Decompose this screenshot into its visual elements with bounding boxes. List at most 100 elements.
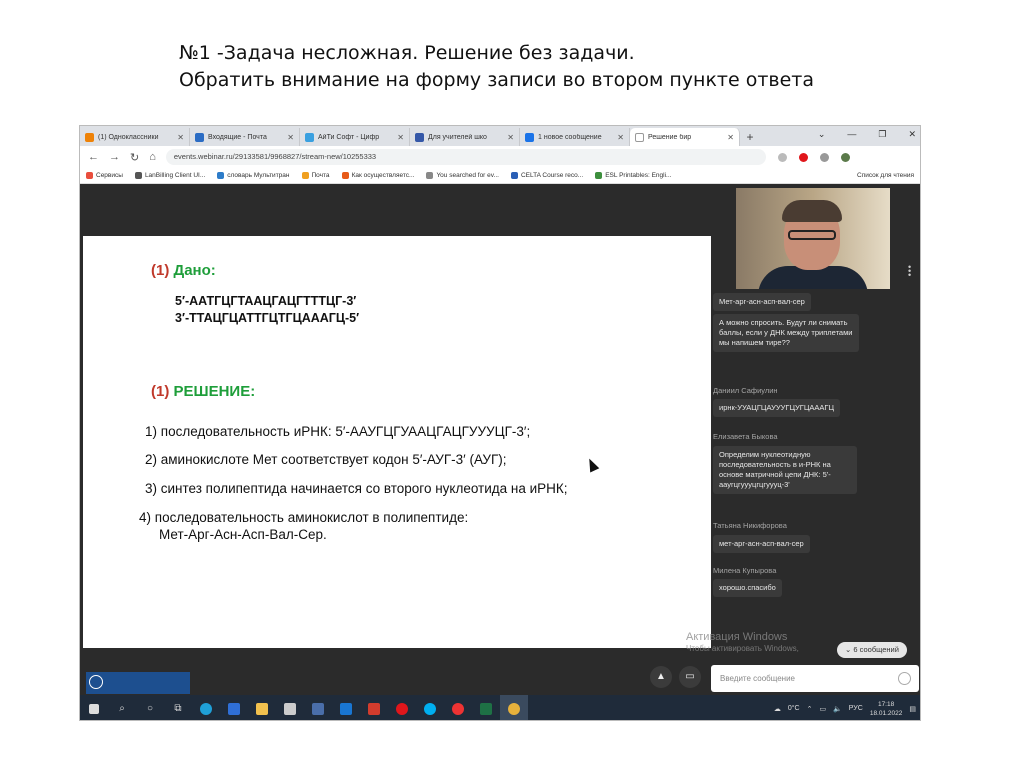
bookmark-item[interactable]: You searched for ev... <box>426 172 499 179</box>
opera-icon[interactable] <box>798 152 808 162</box>
slide-heading-line1: №1 -Задача несложная. Решение без задачи… <box>179 42 635 64</box>
browser-tab[interactable]: АйТи Софт - Цифр ✕ <box>300 128 410 146</box>
chevron-down-icon: ⌄ <box>845 645 852 654</box>
folder-icon[interactable] <box>248 695 276 720</box>
back-arrow-icon[interactable]: ← <box>88 151 99 163</box>
solution-heading: (1) РЕШЕНИЕ: <box>151 383 255 400</box>
close-icon[interactable]: ✕ <box>908 129 916 140</box>
solution-step-1: 1) последовательность иРНК: 5′-ААУГЦГУАА… <box>145 424 531 439</box>
system-tray: ☁ 0°C ⌃ ▭ 🔈 РУС 17:18 18.01.2022 ▤ <box>774 695 916 720</box>
url-input[interactable]: events.webinar.ru/29133581/9968827/strea… <box>165 149 766 165</box>
presentation-slide: (1) Дано: 5′-ААТГЦГТААЦГАЦГТТТЦГ-3′ 3′-Т… <box>83 236 711 648</box>
windows-start-icon[interactable] <box>80 695 108 720</box>
skype-icon[interactable] <box>416 695 444 720</box>
outlook-icon[interactable] <box>332 695 360 720</box>
tab-label: Решение бир <box>648 133 692 141</box>
bookmark-item[interactable]: Почта <box>301 172 330 179</box>
chevron-down-icon[interactable]: ⌄ <box>818 129 826 140</box>
close-icon[interactable]: ✕ <box>617 133 624 142</box>
reload-icon[interactable]: ↻ <box>130 151 139 164</box>
search-icon <box>426 172 434 179</box>
new-messages-label: 6 сообщений <box>853 645 899 654</box>
chevron-up-icon[interactable]: ⌃ <box>807 705 813 713</box>
restore-icon[interactable]: ❐ <box>878 129 886 140</box>
yandex-icon[interactable] <box>444 695 472 720</box>
extensions-icon[interactable] <box>819 152 829 162</box>
tab-label: АйТи Софт - Цифр <box>318 133 380 141</box>
edge-icon[interactable] <box>192 695 220 720</box>
chat-author: Елизавета Быкова <box>713 432 778 441</box>
bookmark-item[interactable]: ESL Printables: Engli... <box>595 172 671 179</box>
browser-tab[interactable]: (1) Одноклассники ✕ <box>80 128 190 146</box>
mail-icon[interactable] <box>276 695 304 720</box>
seal-icon <box>89 675 103 689</box>
tab-favicon-icon <box>85 132 94 142</box>
new-tab-button[interactable]: + <box>740 128 760 146</box>
bookmark-item[interactable]: LanBilling Client UI... <box>134 172 205 179</box>
bookmark-item[interactable]: CELTA Course reco... <box>510 172 583 179</box>
star-icon[interactable] <box>777 152 787 162</box>
bookmark-item[interactable]: Как осуществляетс... <box>341 172 415 179</box>
cortana-icon[interactable]: ○ <box>136 695 164 720</box>
bookmark-item[interactable]: Сервисы <box>86 172 123 179</box>
browser-tab[interactable]: Входящие - Почта ✕ <box>190 128 300 146</box>
given-number: (1) <box>151 262 170 279</box>
search-icon[interactable]: ⌕ <box>108 695 136 720</box>
opera-icon[interactable] <box>388 695 416 720</box>
forward-arrow-icon[interactable]: → <box>109 151 120 163</box>
new-messages-button[interactable]: ⌄ 6 сообщений <box>837 642 907 658</box>
more-options-icon[interactable]: • • • <box>908 263 911 280</box>
bookmark-label: Сервисы <box>96 172 123 179</box>
browser-tab[interactable]: Для учителей шко ✕ <box>410 128 520 146</box>
close-icon[interactable]: ✕ <box>287 133 294 142</box>
excel-icon[interactable] <box>472 695 500 720</box>
network-icon[interactable]: ▭ <box>819 705 826 713</box>
site-icon <box>595 172 603 179</box>
tab-label: (1) Одноклассники <box>98 133 159 141</box>
temperature-label: 0°C <box>787 705 800 712</box>
dictionary-icon <box>217 172 225 179</box>
tab-label: Для учителей шко <box>428 133 487 141</box>
save-icon[interactable] <box>304 695 332 720</box>
mail-icon <box>301 172 309 179</box>
bookmark-label: Как осуществляетс... <box>351 172 415 179</box>
apps-icon <box>86 172 93 179</box>
screen-layout-icon[interactable]: ▭ <box>679 666 701 688</box>
chat-message: ирнк-УУАЦГЦАУУУГЦУГЦАААГЦ <box>713 399 841 417</box>
language-indicator[interactable]: РУС <box>849 705 863 712</box>
task-view-icon[interactable]: ⧉ <box>164 695 192 720</box>
solution-step-4-answer: Мет-Арг-Асн-Асп-Вал-Сер. <box>159 527 327 542</box>
watermark-subtitle: Чтобы активировать Windows, <box>686 644 799 653</box>
chat-message-input[interactable]: Введите сообщение <box>711 665 919 692</box>
site-icon <box>341 172 349 179</box>
given-label: Дано: <box>173 262 216 279</box>
reading-list-button[interactable]: Список для чтения <box>857 172 914 179</box>
close-icon[interactable]: ✕ <box>507 133 514 142</box>
chat-author: Татьяна Никифорова <box>713 521 787 530</box>
volume-icon[interactable]: 🔈 <box>833 705 842 713</box>
clock[interactable]: 17:18 18.01.2022 <box>870 700 903 718</box>
acrobat-icon[interactable] <box>360 695 388 720</box>
browser-tab-active[interactable]: Решение бир ✕ <box>630 128 740 146</box>
emoji-icon[interactable] <box>898 672 911 685</box>
avatar[interactable] <box>840 152 850 162</box>
minimize-icon[interactable]: — <box>847 129 856 140</box>
home-icon[interactable]: ⌂ <box>149 151 156 163</box>
solution-step-4: 4) последовательность аминокислот в поли… <box>139 510 469 525</box>
close-icon[interactable]: ✕ <box>727 133 734 142</box>
close-icon[interactable]: ✕ <box>177 133 184 142</box>
bookmark-item[interactable]: словарь Мультитран <box>217 172 290 179</box>
chat-author: Милена Купырова <box>713 566 777 575</box>
chrome-icon[interactable] <box>500 695 528 720</box>
app-icon[interactable] <box>220 695 248 720</box>
university-logo <box>86 672 190 694</box>
weather-icon[interactable]: ☁ <box>774 705 781 713</box>
browser-tab[interactable]: 1 новое сообщение ✕ <box>520 128 630 146</box>
bookmark-label: ESL Printables: Engli... <box>605 172 672 179</box>
chat-message: мет-арг-асн-асп-вал-сер <box>713 535 810 553</box>
chat-author: Даниил Сафиулин <box>713 386 778 395</box>
tab-favicon-icon <box>635 132 644 142</box>
notifications-icon[interactable]: ▤ <box>909 705 916 713</box>
flame-icon[interactable]: ▲ <box>650 666 672 688</box>
close-icon[interactable]: ✕ <box>397 133 404 142</box>
